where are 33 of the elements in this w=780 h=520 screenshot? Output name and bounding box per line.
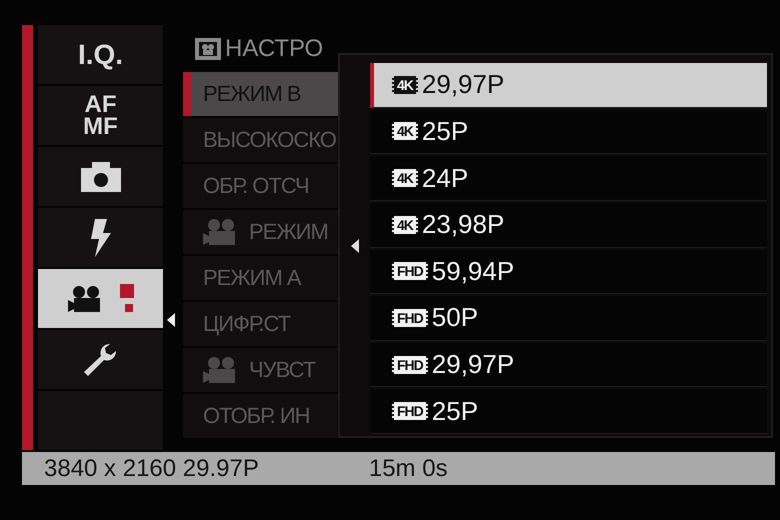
category-tab[interactable]: [38, 330, 163, 389]
category-tab[interactable]: [38, 208, 163, 267]
squares-icon: [118, 284, 134, 314]
format-badge: FHD: [392, 308, 428, 327]
menu-title: НАСТРО: [225, 34, 324, 62]
option-item[interactable]: FHD 59,94P: [370, 250, 767, 294]
film-icon: [195, 38, 221, 60]
format-badge: 4K: [392, 216, 418, 234]
category-tab[interactable]: I.Q.: [38, 25, 163, 84]
category-tab[interactable]: [38, 269, 163, 328]
option-item[interactable]: 4K 29,97P: [370, 63, 767, 108]
category-label: AF: [84, 94, 116, 116]
option-item[interactable]: FHD 29,97P: [370, 342, 767, 388]
camera-icon: [78, 160, 122, 194]
format-badge: 4K: [392, 76, 418, 94]
category-tab[interactable]: AF MF: [38, 86, 163, 145]
category-label: MF: [83, 116, 118, 138]
format-badge: 4K: [392, 122, 418, 140]
option-item[interactable]: 4K 23,98P: [370, 202, 767, 248]
category-tab[interactable]: [38, 147, 163, 206]
option-item[interactable]: FHD 25P: [370, 389, 767, 434]
format-badge: 4K: [392, 169, 418, 188]
remaining-time: 15m 0s: [368, 454, 448, 482]
resolution-text: 3840 x 2160 29.97P: [44, 454, 259, 482]
format-badge: FHD: [392, 402, 428, 420]
left-arrow-icon: [351, 238, 359, 252]
left-arrow-icon: [167, 313, 175, 327]
option-item[interactable]: FHD 50P: [370, 296, 767, 341]
option-item[interactable]: 4K 24P: [370, 156, 767, 201]
option-item[interactable]: 4K 25P: [370, 110, 767, 154]
format-badge: FHD: [392, 356, 428, 374]
flash-icon: [88, 218, 112, 256]
format-badge: FHD: [392, 262, 428, 280]
